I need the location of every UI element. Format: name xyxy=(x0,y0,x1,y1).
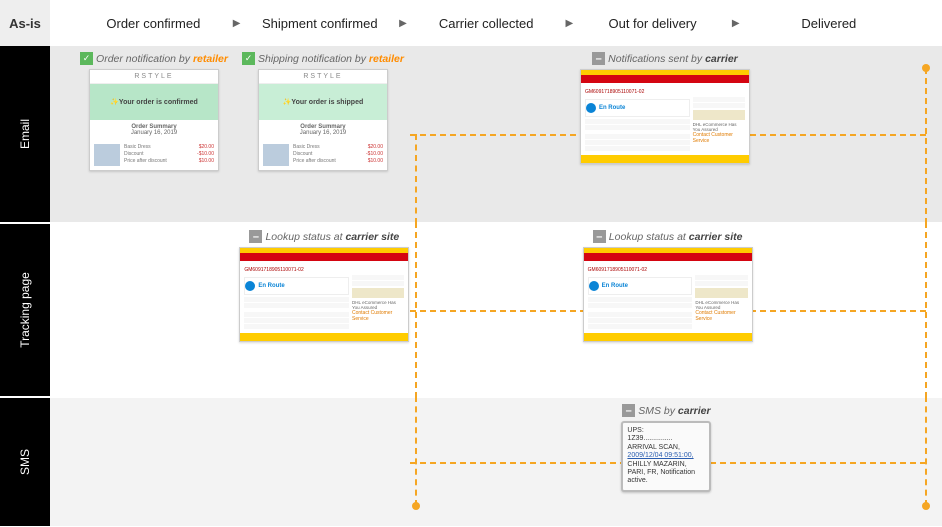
cell-track-order xyxy=(70,224,235,396)
cell-track-carrier xyxy=(413,224,578,396)
connector-vline xyxy=(925,396,927,506)
row-label-sms: SMS xyxy=(0,398,50,526)
caption-lookup-1: – Lookup status at carrier site xyxy=(249,230,399,243)
lane-email: ✓ Order notification by retailer RSTYLE … xyxy=(50,46,942,224)
thumb-ship-email: RSTYLE ✨Your order is shipped Order Summ… xyxy=(258,69,388,171)
dhl-tracking-no: GM6091718905110071-02 xyxy=(585,87,745,97)
header-row: As-is Order confirmed▶ Shipment confirme… xyxy=(0,0,942,46)
cell-email-out-delivery: – Notifications sent by carrier GM609171… xyxy=(576,46,754,222)
product-image xyxy=(94,144,120,166)
cell-sms-shipment xyxy=(240,398,410,526)
dhl-status: En Route xyxy=(585,99,690,117)
summary-date: January 16, 2019 xyxy=(131,130,177,136)
grid: Email Tracking page SMS ✓ Order notifica… xyxy=(0,46,942,526)
stage-delivered: Delivered xyxy=(746,16,912,31)
thumb-brand: RSTYLE xyxy=(90,70,218,84)
lane-sms: – SMS by carrier UPS: 1Z39..............… xyxy=(50,398,942,526)
lane-tracking: – Lookup status at carrier site GM609171… xyxy=(50,224,942,398)
stage-order-confirmed: Order confirmed▶ xyxy=(80,16,246,31)
check-icon: ✓ xyxy=(242,52,255,65)
connector-dot xyxy=(922,502,930,510)
cell-track-delivered xyxy=(757,224,922,396)
cell-sms-carrier xyxy=(411,398,581,526)
arrow-icon: ▶ xyxy=(227,18,247,29)
caption-carrier-notif: – Notifications sent by carrier xyxy=(592,52,738,65)
row-label-tracking: Tracking page xyxy=(0,224,50,398)
stage-shipment-confirmed: Shipment confirmed▶ xyxy=(246,16,412,31)
content: ✓ Order notification by retailer RSTYLE … xyxy=(50,46,942,526)
thumb-banner: ✨Your order is shipped xyxy=(259,84,387,120)
cell-sms-delivered xyxy=(752,398,922,526)
thumb-summary: Basic DressDiscountPrice after discount … xyxy=(90,140,218,170)
caption-order-notif: ✓ Order notification by retailer xyxy=(80,52,228,65)
caption-ship-notif: ✓ Shipping notification by retailer xyxy=(242,52,404,65)
connector-vline xyxy=(925,222,927,398)
stage-carrier-collected: Carrier collected▶ xyxy=(413,16,579,31)
cell-email-carrier-collected xyxy=(408,46,576,222)
caption-lookup-2: – Lookup status at carrier site xyxy=(593,230,743,243)
product-image xyxy=(263,144,289,166)
minus-icon: – xyxy=(593,230,606,243)
cell-email-order: ✓ Order notification by retailer RSTYLE … xyxy=(70,46,238,222)
stages-bar: Order confirmed▶ Shipment confirmed▶ Car… xyxy=(50,16,942,31)
thumb-banner: ✨Your order is confirmed xyxy=(90,84,218,120)
thumb-dhl-email: GM6091718905110071-02 En Route xyxy=(580,69,750,164)
dhl-adv xyxy=(693,110,745,120)
dhl-footer xyxy=(581,155,749,163)
thumb-brand: RSTYLE xyxy=(259,70,387,84)
thumb-dhl-track-2: GM6091718905110071-02 En Route xyxy=(583,247,753,342)
minus-icon: – xyxy=(592,52,605,65)
dhl-header xyxy=(581,70,749,77)
cell-sms-order xyxy=(70,398,240,526)
stage-out-for-delivery: Out for delivery▶ xyxy=(579,16,745,31)
cell-track-out-delivery: – Lookup status at carrier site GM609171… xyxy=(579,224,757,396)
minus-icon: – xyxy=(249,230,262,243)
cell-track-shipment: – Lookup status at carrier site GM609171… xyxy=(235,224,413,396)
arrow-icon: ▶ xyxy=(560,18,580,29)
connector-vline xyxy=(925,68,927,224)
caption-sms: – SMS by carrier xyxy=(622,404,710,417)
row-label-email: Email xyxy=(0,46,50,224)
asis-label: As-is xyxy=(0,0,50,46)
arrow-icon: ▶ xyxy=(726,18,746,29)
thumb-sms: UPS: 1Z39............... ARRIVAL SCAN, 2… xyxy=(621,421,711,492)
arrow-icon: ▶ xyxy=(393,18,413,29)
cell-email-shipped: ✓ Shipping notification by retailer RSTY… xyxy=(238,46,408,222)
cell-email-delivered xyxy=(754,46,922,222)
thumb-dhl-track-1: GM6091718905110071-02 En Route xyxy=(239,247,409,342)
thumb-order-email: RSTYLE ✨Your order is confirmed Order Su… xyxy=(89,69,219,171)
row-labels: Email Tracking page SMS xyxy=(0,46,50,526)
check-icon: ✓ xyxy=(80,52,93,65)
dhl-csr: Contact Customer Service xyxy=(693,132,745,144)
minus-icon: – xyxy=(622,404,635,417)
cell-sms-out-delivery: – SMS by carrier UPS: 1Z39..............… xyxy=(581,398,751,526)
